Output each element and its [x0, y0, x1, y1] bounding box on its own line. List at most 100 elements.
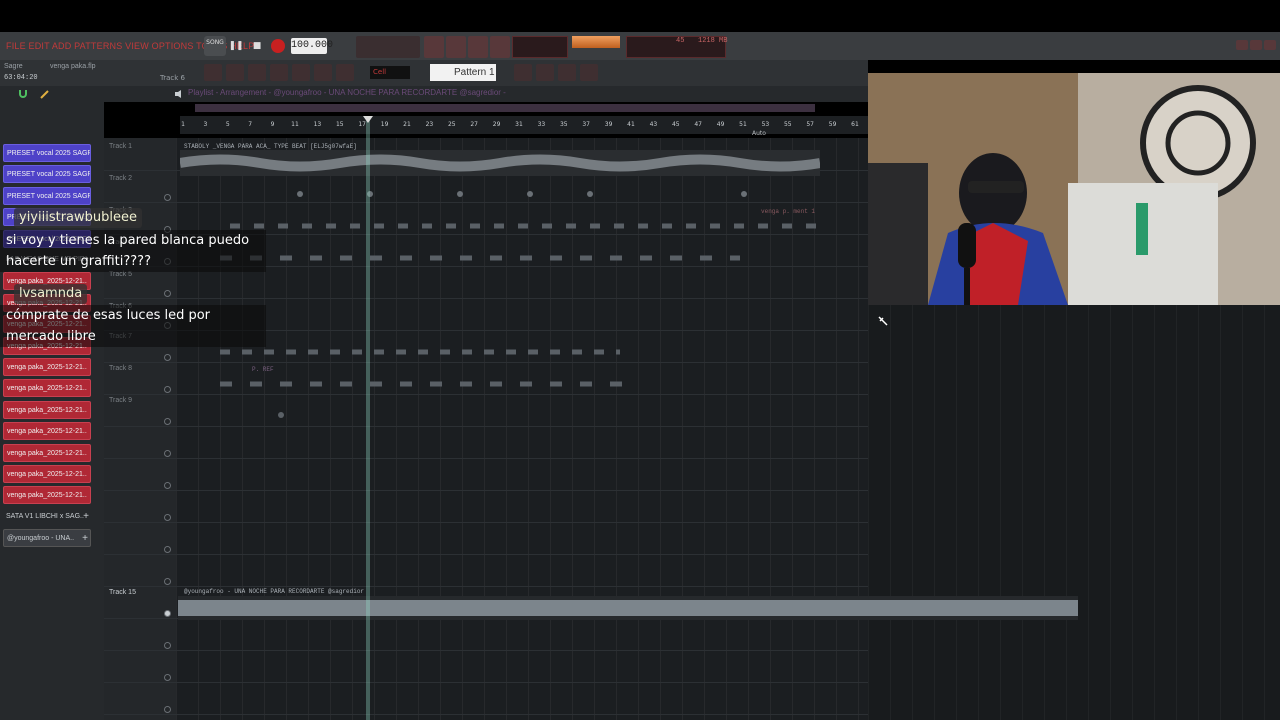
pencil-icon[interactable]: [40, 89, 50, 99]
pattern-tool-icon[interactable]: [204, 64, 222, 81]
magnet-icon[interactable]: [18, 89, 28, 99]
stop-button[interactable]: ■: [249, 38, 265, 54]
ruler-tick-label: 5: [225, 121, 230, 128]
browser-item-label: PRESET vocal 2025 SAGRE..: [7, 150, 90, 157]
chat-message-1: si voy y tienes la pared blanca puedo ha…: [0, 230, 266, 272]
track-mute-toggle[interactable]: [164, 386, 171, 393]
clip-track9-waveform[interactable]: [274, 408, 288, 422]
window-maximize-button[interactable]: [1250, 40, 1262, 50]
clip-track8-waveform[interactable]: [220, 372, 640, 396]
browser-item[interactable]: venga paka_2025-12-21..: [3, 379, 91, 398]
record-button[interactable]: [271, 39, 285, 53]
track-mute-toggle[interactable]: [164, 578, 171, 585]
slice-tool-icon[interactable]: [248, 64, 266, 81]
browser-item[interactable]: venga paka_2025-12-21..: [3, 358, 91, 376]
memory-readout: 1218 MB: [698, 37, 728, 45]
ruler-tick-label: 35: [559, 121, 568, 128]
time-signature-block[interactable]: [356, 36, 420, 58]
clip-track15-waveform[interactable]: [178, 596, 1078, 620]
ruler-tick-label: 39: [604, 121, 613, 128]
clip-track7-waveform[interactable]: [220, 340, 620, 364]
tempo-display[interactable]: 100.000: [291, 38, 333, 54]
track-label[interactable]: Track 2: [109, 175, 132, 182]
track-mute-toggle[interactable]: [164, 482, 171, 489]
track-label[interactable]: Track 1: [109, 143, 132, 150]
browser-item[interactable]: venga paka_2025-12-21..: [3, 465, 91, 483]
ruler-tick-label: 59: [828, 121, 837, 128]
playlist-grid-extension[interactable]: [868, 305, 1280, 720]
track-mute-toggle[interactable]: [164, 290, 171, 297]
plugin-icon[interactable]: [314, 64, 332, 81]
browser-item-label: venga paka_2025-12-21..: [7, 364, 87, 371]
track-mute-toggle[interactable]: [164, 642, 171, 649]
mixer-icon[interactable]: [270, 64, 288, 81]
ruler-tick-label: 15: [335, 121, 344, 128]
track-mute-toggle[interactable]: [164, 610, 171, 617]
ruler-tick-label: 33: [537, 121, 546, 128]
song-mode-toggle[interactable]: SONG: [204, 36, 226, 56]
ruler-tick-label: 9: [270, 121, 275, 128]
clip-track1-waveform[interactable]: [180, 150, 820, 176]
track-mute-toggle[interactable]: [164, 194, 171, 201]
plus-icon[interactable]: +: [82, 530, 88, 546]
track-mute-toggle[interactable]: [164, 546, 171, 553]
track-label[interactable]: Track 9: [109, 397, 132, 404]
webcam-feed: [868, 73, 1280, 305]
speaker-icon[interactable]: [174, 89, 184, 99]
ruler-tick-label: 51: [739, 121, 747, 128]
track-label[interactable]: Track 15: [109, 589, 136, 596]
track-mute-toggle[interactable]: [164, 514, 171, 521]
track-label[interactable]: Track 8: [109, 365, 132, 372]
pattern-select[interactable]: Pattern 1: [430, 64, 496, 81]
tool-channel-icon[interactable]: [446, 36, 466, 58]
window-close-button[interactable]: [1264, 40, 1276, 50]
tool-browser-icon[interactable]: [490, 36, 510, 58]
aa-icon[interactable]: [558, 64, 576, 81]
clip-track2-waveform[interactable]: [290, 180, 770, 204]
browser-item[interactable]: PRESET vocal 2025 SAGRE..: [3, 144, 91, 162]
tempo-tool-icon[interactable]: [514, 64, 532, 81]
ruler-tick-label: 23: [425, 121, 434, 128]
tool-mixer-icon[interactable]: [424, 36, 444, 58]
playlist-title: Playlist - Arrangement - @youngafroo - U…: [188, 88, 506, 97]
browser-item[interactable]: SATA V1 LIBCHI x SAG.. +: [3, 508, 91, 526]
browser-item[interactable]: @youngafroo - UNA.. +: [3, 529, 91, 548]
track-mute-toggle[interactable]: [164, 674, 171, 681]
clone-icon[interactable]: [536, 64, 554, 81]
browser-item-label: venga paka_2025-12-21..: [7, 471, 87, 478]
browser-item[interactable]: PRESET vocal 2025 SAGRE..: [3, 165, 91, 184]
mic-icon[interactable]: [336, 64, 354, 81]
plus-icon[interactable]: +: [83, 508, 89, 526]
ruler-tick-label: 1: [181, 121, 185, 128]
clip-track4-waveform[interactable]: [220, 244, 740, 268]
browser-item[interactable]: venga paka_2025-12-21..: [3, 443, 91, 462]
tool-piano-icon[interactable]: [468, 36, 488, 58]
piano-roll-icon[interactable]: [226, 64, 244, 81]
ruler-tick-label: 43: [649, 121, 658, 128]
track-divider: [104, 298, 868, 299]
window-minimize-button[interactable]: [1236, 40, 1248, 50]
snap-select[interactable]: Cell: [370, 66, 410, 79]
browser-item[interactable]: venga paka_2025-12-21..: [3, 400, 91, 419]
project-user: Sagre: [4, 63, 23, 70]
browser-item[interactable]: PRESET vocal 2025 SAGRE..: [3, 186, 91, 205]
ruler-tick-label: 47: [694, 121, 703, 128]
pause-button[interactable]: ❚❚: [228, 38, 244, 54]
browser-item[interactable]: venga paka_2025-12-21..: [3, 486, 91, 505]
ruler-tick-label: 21: [403, 121, 411, 128]
track-label[interactable]: Track 5: [109, 271, 132, 278]
project-time: 63:04:20: [4, 74, 38, 82]
track-mute-toggle[interactable]: [164, 354, 171, 361]
browser-item-label: @youngafroo - UNA..: [7, 535, 75, 543]
metronome-icon[interactable]: [580, 64, 598, 81]
clip-track3-waveform[interactable]: [230, 212, 820, 236]
track-mute-toggle[interactable]: [164, 450, 171, 457]
track-mute-toggle[interactable]: [164, 418, 171, 425]
track-mute-toggle[interactable]: [164, 706, 171, 713]
playhead-marker[interactable]: [363, 116, 373, 123]
horizontal-scrollbar[interactable]: [195, 104, 815, 112]
browser-item[interactable]: venga paka_2025-12-21..: [3, 422, 91, 441]
channel-rack-icon[interactable]: [292, 64, 310, 81]
browser-item-label: venga paka_2025-12-21..: [7, 385, 87, 393]
playhead-line[interactable]: [366, 116, 370, 720]
